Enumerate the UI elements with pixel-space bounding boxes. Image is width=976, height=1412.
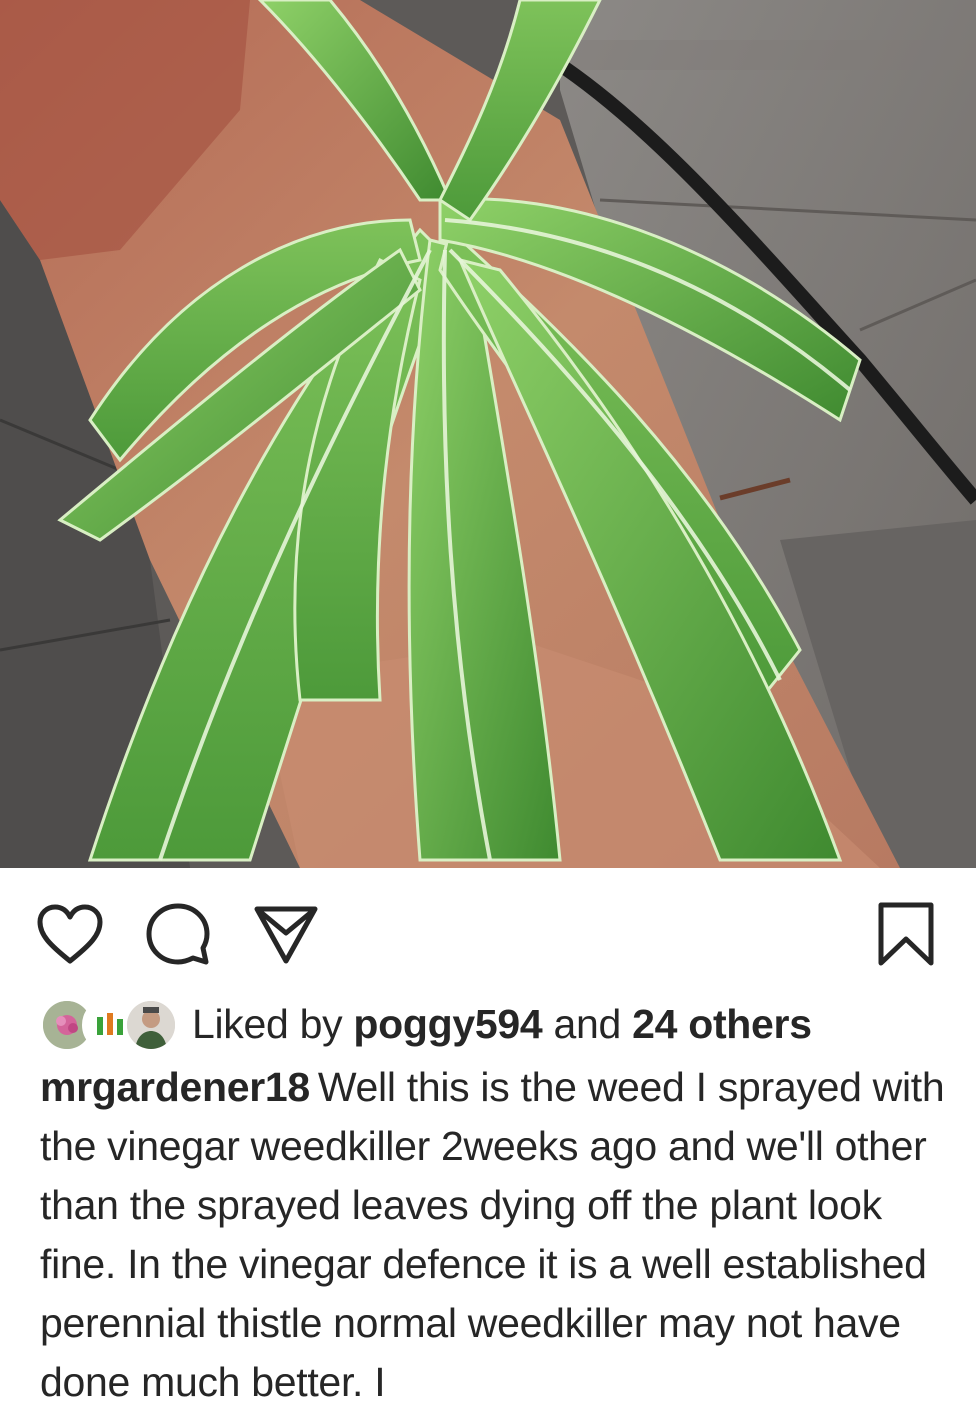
save-button[interactable] (870, 898, 942, 970)
paper-plane-icon (253, 903, 319, 965)
like-button[interactable] (34, 898, 106, 970)
bookmark-icon (876, 901, 936, 967)
likes-others-count[interactable]: 24 others (632, 1001, 812, 1047)
liker-username[interactable]: poggy594 (353, 1001, 542, 1047)
heart-icon (36, 903, 104, 965)
post-image[interactable] (0, 0, 976, 868)
likes-prefix: Liked by (192, 1001, 343, 1047)
caption-username[interactable]: mrgardener18 (40, 1064, 310, 1110)
comment-icon (145, 901, 211, 967)
comment-button[interactable] (142, 898, 214, 970)
likes-text: Liked by poggy594 and 24 others (192, 996, 812, 1052)
thistle-photo (0, 0, 976, 868)
likes-conjunction: and (553, 1001, 622, 1047)
post-caption: mrgardener18 Well this is the weed I spra… (40, 1058, 945, 1412)
avatar (124, 998, 178, 1052)
caption-text: Well this is the weed I sprayed with the… (40, 1064, 945, 1405)
likes-summary[interactable]: Liked by poggy594 and 24 others (40, 992, 812, 1056)
share-button[interactable] (250, 898, 322, 970)
post-action-bar (0, 868, 976, 998)
liker-avatars (40, 996, 178, 1052)
